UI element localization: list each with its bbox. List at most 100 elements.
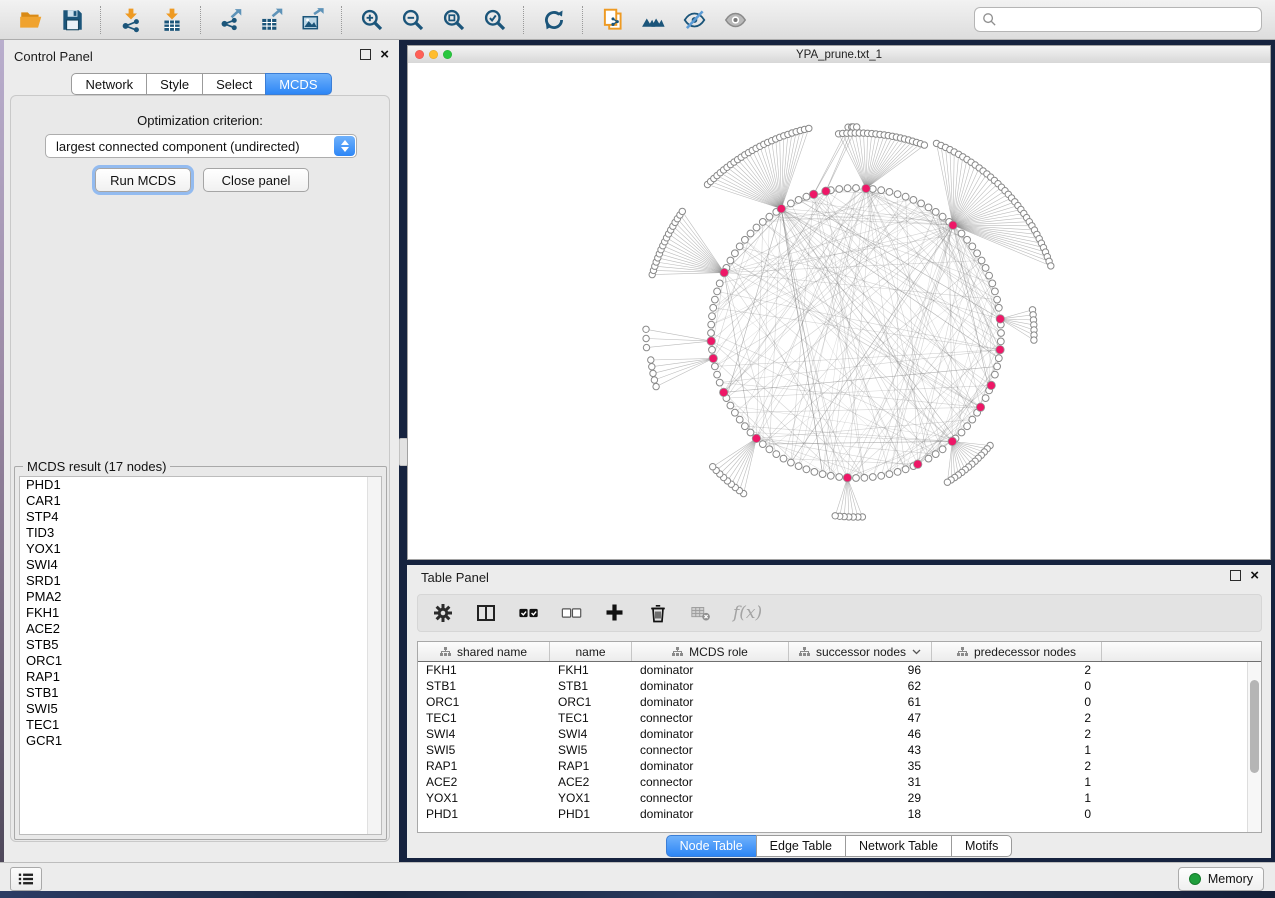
close-panel-icon[interactable]: × [380,49,389,60]
network-node[interactable] [780,455,787,462]
apply-layout-icon[interactable] [540,6,567,33]
network-node[interactable] [803,193,810,200]
cell-predecessor_nodes[interactable]: 2 [932,759,1102,773]
mcds-hub-node[interactable] [914,460,922,468]
network-node[interactable] [878,472,885,479]
network-leaf-node[interactable] [643,335,649,341]
mcds-result-item[interactable]: CAR1 [20,493,381,509]
network-node[interactable] [894,469,901,476]
network-node[interactable] [992,288,999,295]
network-node[interactable] [894,191,901,198]
network-leaf-node[interactable] [651,377,657,383]
network-leaf-node[interactable] [832,513,838,519]
function-builder-icon[interactable]: f(x) [733,602,762,624]
add-column-icon[interactable] [604,602,626,624]
cell-mcds_role[interactable]: dominator [632,759,789,773]
cell-predecessor_nodes[interactable]: 2 [932,711,1102,725]
network-node[interactable] [932,451,939,458]
network-node[interactable] [709,313,716,320]
optimization-criterion-select[interactable]: largest connected component (undirected) [45,134,357,158]
network-leaf-node[interactable] [653,383,659,389]
cell-name[interactable]: STB1 [550,679,632,693]
table-row[interactable]: FKH1FKH1dominator962 [418,662,1261,678]
mcds-result-item[interactable]: STP4 [20,509,381,525]
zoom-in-icon[interactable] [358,6,385,33]
vertical-splitter[interactable] [399,40,407,862]
network-leaf-node[interactable] [1048,263,1054,269]
mcds-result-item[interactable]: PHD1 [20,477,381,493]
export-table-icon[interactable] [258,6,285,33]
column-header-MCDS-role[interactable]: MCDS role [632,642,789,661]
cell-shared_name[interactable]: RAP1 [418,759,550,773]
cell-successor_nodes[interactable]: 61 [789,695,932,709]
network-canvas[interactable] [408,63,1270,559]
mcds-hub-node[interactable] [777,205,785,213]
network-node[interactable] [803,466,810,473]
column-header-shared-name[interactable]: shared name [418,642,550,661]
network-node[interactable] [716,280,723,287]
cell-successor_nodes[interactable]: 62 [789,679,932,693]
mcds-result-item[interactable]: SRD1 [20,573,381,589]
mcds-result-item[interactable]: SWI4 [20,557,381,573]
mcds-result-item[interactable]: GCR1 [20,733,381,749]
cell-shared_name[interactable]: TEC1 [418,711,550,725]
memory-button[interactable]: Memory [1178,867,1264,891]
hide-selected-icon[interactable] [681,6,708,33]
network-node[interactable] [982,265,989,272]
deselect-all-icon[interactable] [561,602,583,624]
table-row[interactable]: ORC1ORC1dominator610 [418,694,1261,710]
new-network-from-selection-icon[interactable] [599,6,626,33]
network-leaf-node[interactable] [806,125,812,131]
network-node[interactable] [788,200,795,207]
cell-predecessor_nodes[interactable]: 0 [932,807,1102,821]
cell-mcds_role[interactable]: dominator [632,679,789,693]
save-session-icon[interactable] [58,6,85,33]
network-node[interactable] [773,451,780,458]
network-leaf-node[interactable] [650,370,656,376]
cell-mcds_role[interactable]: dominator [632,695,789,709]
network-node[interactable] [747,230,754,237]
cell-successor_nodes[interactable]: 18 [789,807,932,821]
network-node[interactable] [714,288,721,295]
zoom-out-icon[interactable] [399,6,426,33]
network-node[interactable] [742,423,749,430]
network-node[interactable] [712,296,719,303]
network-node[interactable] [742,236,749,243]
table-row[interactable]: PHD1PHD1dominator180 [418,806,1261,822]
network-node[interactable] [994,296,1001,303]
mcds-result-list[interactable]: PHD1CAR1STP4TID3YOX1SWI4SRD1PMA2FKH1ACE2… [19,476,382,835]
network-node[interactable] [712,363,719,370]
import-table-icon[interactable] [158,6,185,33]
table-row[interactable]: SWI5SWI5connector431 [418,742,1261,758]
cell-name[interactable]: TEC1 [550,711,632,725]
open-session-icon[interactable] [17,6,44,33]
network-node[interactable] [986,272,993,279]
network-node[interactable] [727,402,734,409]
network-node[interactable] [708,330,715,337]
split-view-icon[interactable] [475,602,497,624]
network-node[interactable] [964,423,971,430]
zoom-selected-icon[interactable] [481,6,508,33]
network-node[interactable] [766,213,773,220]
network-node[interactable] [997,338,1004,345]
mcds-hub-node[interactable] [752,434,760,442]
network-node[interactable] [795,197,802,204]
cell-mcds_role[interactable]: connector [632,711,789,725]
delete-table-icon[interactable] [690,602,712,624]
mcds-result-item[interactable]: PMA2 [20,589,381,605]
cell-name[interactable]: PHD1 [550,807,632,821]
mcds-hub-node[interactable] [843,474,851,482]
network-node[interactable] [886,471,893,478]
cell-mcds_role[interactable]: connector [632,791,789,805]
table-row[interactable]: STB1STB1dominator620 [418,678,1261,694]
cell-mcds_role[interactable]: connector [632,743,789,757]
mcds-result-item[interactable]: RAP1 [20,669,381,685]
network-node[interactable] [861,474,868,481]
table-row[interactable]: SWI4SWI4dominator462 [418,726,1261,742]
cell-shared_name[interactable]: STB1 [418,679,550,693]
float-panel-icon[interactable] [360,49,371,60]
tab-network-table[interactable]: Network Table [845,835,952,857]
network-node[interactable] [853,475,860,482]
cell-successor_nodes[interactable]: 29 [789,791,932,805]
table-row[interactable]: TEC1TEC1connector472 [418,710,1261,726]
